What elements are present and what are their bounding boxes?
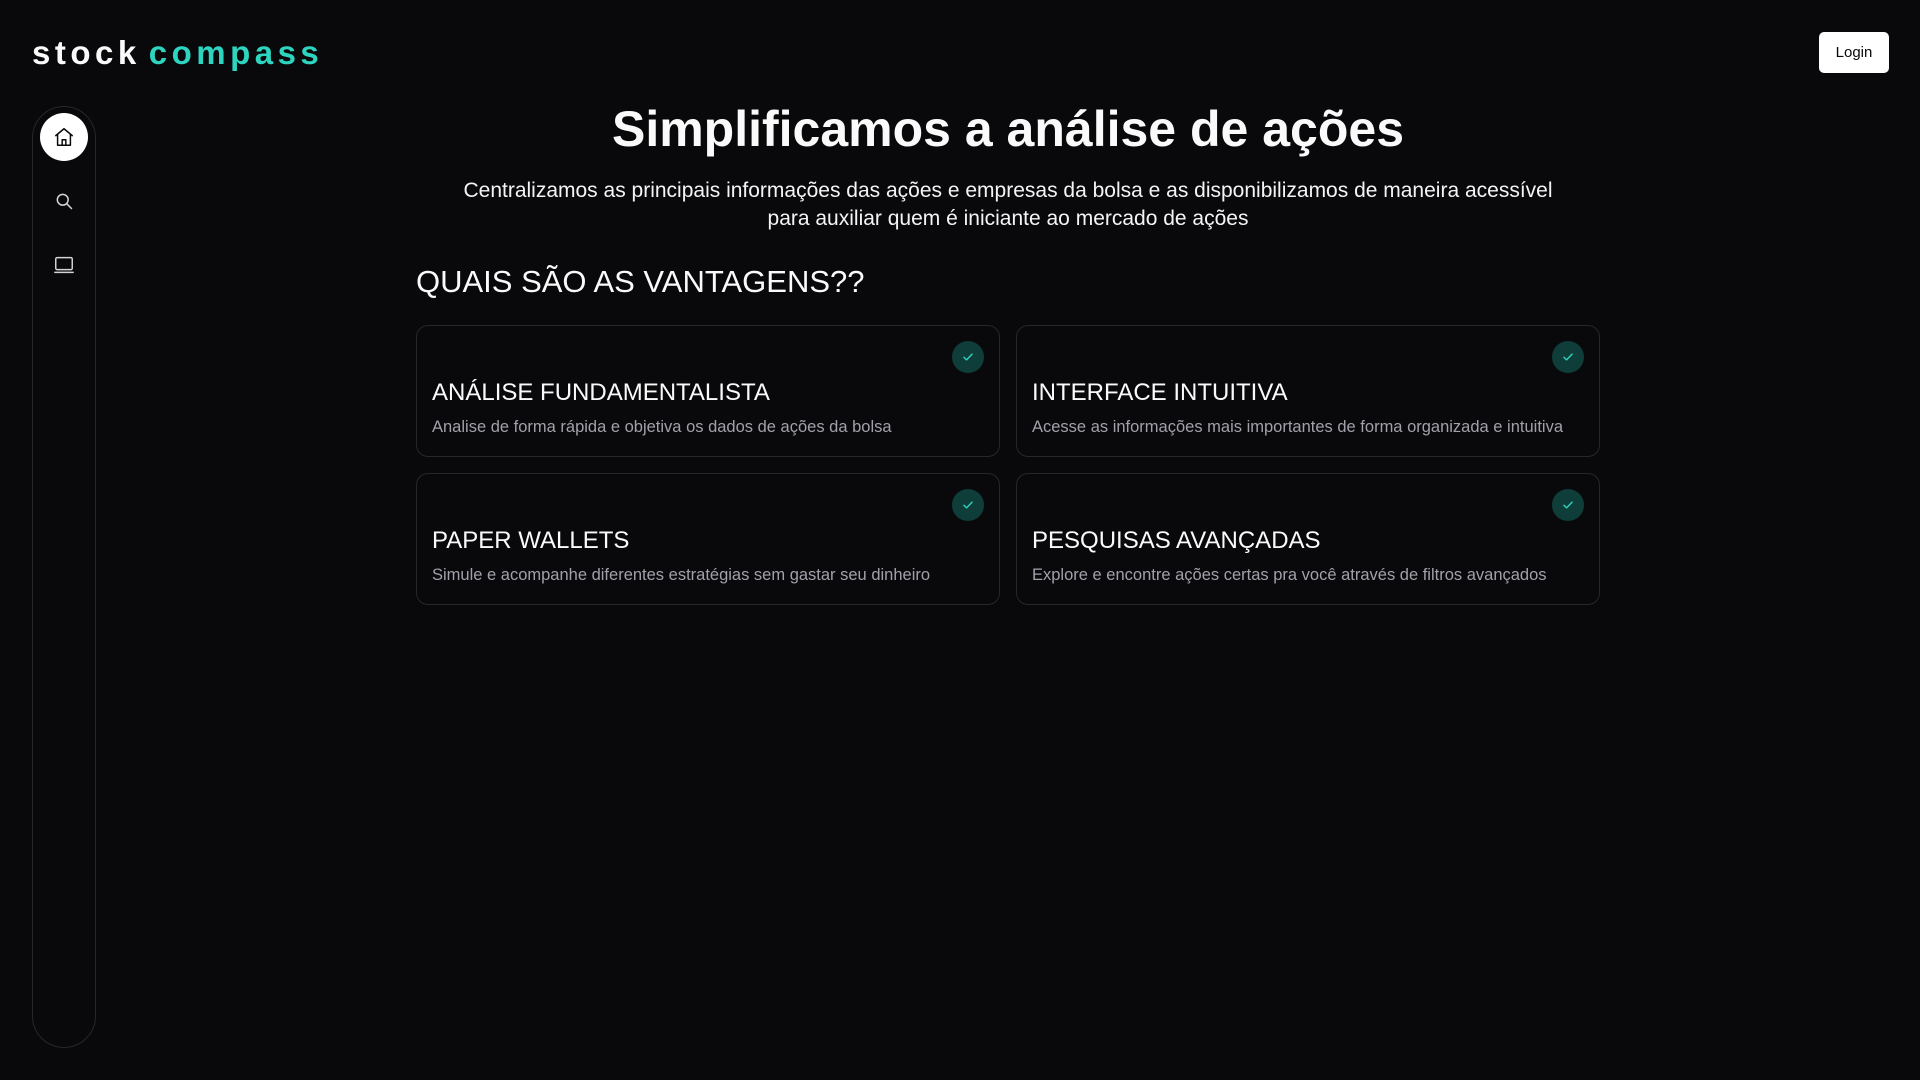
- monitor-icon: [53, 254, 75, 276]
- card-description: Acesse as informações mais importantes d…: [1032, 418, 1564, 436]
- card-description: Simule e acompanhe diferentes estratégia…: [432, 566, 931, 584]
- search-icon: [54, 191, 74, 211]
- card-title: PESQUISAS AVANÇADAS: [1032, 527, 1321, 554]
- check-icon: [1552, 489, 1584, 521]
- check-icon: [1552, 341, 1584, 373]
- advantage-card-intuitive-interface: INTERFACE INTUITIVA Acesse as informaçõe…: [1016, 325, 1600, 457]
- sidebar-item-wallets[interactable]: [40, 241, 88, 289]
- brand-logo[interactable]: stock compass: [32, 34, 323, 72]
- check-icon: [952, 341, 984, 373]
- page-title: Simplificamos a análise de ações: [611, 101, 1405, 157]
- advantage-card-fundamental-analysis: ANÁLISE FUNDAMENTALISTA Analise de forma…: [416, 325, 1000, 457]
- check-icon: [952, 489, 984, 521]
- card-description: Analise de forma rápida e objetiva os da…: [432, 418, 892, 436]
- brand-word-stock: stock: [32, 34, 141, 71]
- advantage-card-paper-wallets: PAPER WALLETS Simule e acompanhe diferen…: [416, 473, 1000, 605]
- card-description: Explore e encontre ações certas pra você…: [1032, 566, 1547, 584]
- sidebar-nav: [32, 106, 96, 1048]
- card-title: INTERFACE INTUITIVA: [1032, 379, 1288, 406]
- card-title: ANÁLISE FUNDAMENTALISTA: [432, 379, 770, 406]
- card-title: PAPER WALLETS: [432, 527, 630, 554]
- page-subtitle: Centralizamos as principais informações …: [463, 179, 1553, 230]
- sidebar-item-search[interactable]: [40, 177, 88, 225]
- advantages-heading: QUAIS SÃO AS VANTAGENS??: [416, 264, 865, 299]
- brand-word-compass: compass: [148, 34, 324, 71]
- login-button[interactable]: Login: [1819, 32, 1889, 73]
- advantage-card-advanced-search: PESQUISAS AVANÇADAS Explore e encontre a…: [1016, 473, 1600, 605]
